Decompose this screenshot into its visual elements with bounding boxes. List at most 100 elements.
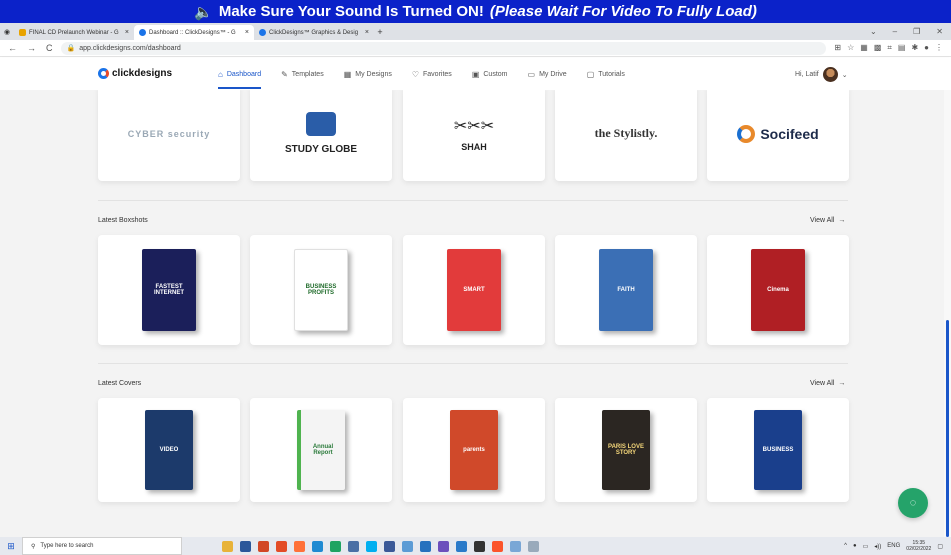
brand-logo[interactable]: clickdesigns bbox=[98, 68, 172, 79]
user-greeting: Hi, Latif bbox=[795, 71, 819, 78]
windows-start-icon[interactable]: ⊞ bbox=[0, 541, 22, 552]
clock[interactable]: 15:35 02/02/2022 bbox=[906, 540, 931, 552]
boxshot-image: FASTEST INTERNET bbox=[142, 249, 196, 331]
minimize-button[interactable]: – bbox=[893, 27, 897, 36]
extension-icon[interactable]: ▦ bbox=[860, 43, 868, 53]
skype-icon[interactable] bbox=[366, 540, 377, 552]
powerpoint-icon[interactable] bbox=[258, 540, 269, 552]
logo-text: STUDY GLOBE bbox=[284, 144, 358, 155]
file-explorer-icon[interactable] bbox=[222, 540, 233, 552]
profile-icon[interactable]: ● bbox=[924, 43, 929, 53]
back-icon[interactable]: ← bbox=[8, 43, 17, 53]
puzzle-icon[interactable]: ✱ bbox=[911, 43, 918, 53]
close-tab-icon[interactable]: × bbox=[125, 29, 129, 36]
browser-tab-dashboard[interactable]: Dashboard :: ClickDesigns™ - G × bbox=[134, 25, 254, 40]
nav-tutorials[interactable]: ▢ Tutorials bbox=[587, 58, 625, 90]
boxshot-card[interactable]: Cinema bbox=[707, 235, 849, 345]
browser-tab-graphics[interactable]: ClickDesigns™ Graphics & Desig × bbox=[254, 25, 374, 40]
logo-card[interactable]: STUDY GLOBE bbox=[250, 90, 392, 181]
reload-icon[interactable]: C bbox=[46, 43, 53, 53]
app-icon[interactable] bbox=[384, 540, 395, 552]
extension-icon[interactable]: ⌗ bbox=[887, 43, 892, 53]
boxshot-card[interactable]: FAITH bbox=[555, 235, 697, 345]
extension-icon[interactable]: ▩ bbox=[874, 43, 882, 53]
microphone-icon[interactable]: ● bbox=[853, 543, 857, 549]
boxshot-card[interactable]: FASTEST INTERNET bbox=[98, 235, 240, 345]
new-tab-button[interactable]: + bbox=[374, 27, 386, 37]
nav-my-designs[interactable]: ▦ My Designs bbox=[344, 58, 392, 90]
word-icon[interactable] bbox=[240, 540, 251, 552]
cover-card[interactable]: BUSINESS bbox=[707, 398, 849, 502]
chrome-icon[interactable] bbox=[276, 540, 287, 552]
custom-icon: ▣ bbox=[471, 69, 480, 79]
app-icon[interactable] bbox=[402, 540, 413, 552]
close-window-button[interactable]: ✕ bbox=[936, 27, 943, 36]
firefox-icon[interactable] bbox=[294, 540, 305, 552]
app-icon[interactable] bbox=[474, 540, 485, 552]
logo-text: Socifeed bbox=[760, 125, 819, 142]
boxshot-text: FASTEST INTERNET bbox=[154, 284, 184, 296]
logo-text: CYBER security bbox=[127, 128, 211, 139]
user-menu[interactable]: Hi, Latif ⌄ bbox=[795, 67, 848, 82]
nav-custom[interactable]: ▣ Custom bbox=[472, 58, 508, 90]
cover-image: PARIS LOVE STORY bbox=[602, 410, 650, 490]
chevron-up-icon[interactable]: ^ bbox=[844, 543, 847, 549]
close-tab-icon[interactable]: × bbox=[365, 29, 369, 36]
nav-favorites[interactable]: ♡ Favorites bbox=[412, 58, 452, 90]
scrollbar-thumb[interactable] bbox=[946, 320, 949, 537]
cover-card[interactable]: VIDEO bbox=[98, 398, 240, 502]
logo-card[interactable]: ✂✂✂ SHAH bbox=[403, 90, 545, 181]
network-icon[interactable]: ▭ bbox=[863, 543, 869, 550]
app-icon[interactable] bbox=[456, 540, 467, 552]
system-tray: ^ ● ▭ ◂)) ENG 15:35 02/02/2022 ▢ bbox=[844, 540, 951, 552]
chat-button[interactable]: ◌ bbox=[898, 488, 928, 518]
volume-icon[interactable]: ◂)) bbox=[874, 543, 881, 550]
tab-search-icon[interactable]: ◉ bbox=[0, 28, 14, 36]
maximize-button[interactable]: ❐ bbox=[913, 27, 920, 36]
dashboard-content: CYBER security STUDY GLOBE ✂✂✂ SHAH the … bbox=[0, 90, 944, 537]
menu-icon[interactable]: ⋮ bbox=[935, 43, 943, 53]
nav-templates[interactable]: ✎ Templates bbox=[281, 58, 324, 90]
view-all-boxshots-link[interactable]: View All → bbox=[810, 217, 845, 224]
boxshot-card[interactable]: SMART bbox=[403, 235, 545, 345]
cover-card[interactable]: PARIS LOVE STORY bbox=[555, 398, 697, 502]
browser-tab-webinar[interactable]: FINAL CD Prelaunch Webinar - G × bbox=[14, 25, 134, 40]
tab-title: ClickDesigns™ Graphics & Desig bbox=[269, 29, 359, 36]
favicon-icon bbox=[139, 29, 146, 36]
close-tab-icon[interactable]: × bbox=[245, 29, 249, 36]
globe-icon bbox=[305, 112, 336, 136]
app-icon[interactable] bbox=[438, 540, 449, 552]
tab-list-icon[interactable]: ⌄ bbox=[870, 27, 877, 36]
logo-card[interactable]: Socifeed bbox=[707, 90, 849, 181]
star-icon[interactable]: ☆ bbox=[847, 43, 854, 53]
app-icon[interactable] bbox=[528, 540, 539, 552]
sound-banner: 🔈 Make Sure Your Sound Is Turned ON! (Pl… bbox=[0, 0, 951, 23]
app-icon[interactable] bbox=[510, 540, 521, 552]
notification-icon[interactable]: ▢ bbox=[937, 543, 943, 550]
chat-bubble-icon: ◌ bbox=[909, 497, 917, 509]
boxshot-card[interactable]: BUSINESS PROFITS bbox=[250, 235, 392, 345]
forward-icon[interactable]: → bbox=[27, 43, 36, 53]
brave-icon[interactable] bbox=[492, 540, 503, 552]
favicon-icon bbox=[259, 29, 266, 36]
url-field[interactable]: 🔒 app.clickdesigns.com/dashboard bbox=[60, 41, 827, 55]
cover-card[interactable]: parents bbox=[403, 398, 545, 502]
nav-dashboard[interactable]: ⌂ Dashboard bbox=[218, 58, 262, 90]
section-divider bbox=[98, 200, 848, 201]
view-all-covers-link[interactable]: View All → bbox=[810, 380, 845, 387]
extension-icon[interactable]: ▤ bbox=[898, 43, 906, 53]
logo-card[interactable]: the Stylistly. bbox=[555, 90, 697, 181]
app-icon[interactable] bbox=[420, 540, 431, 552]
camtasia-icon[interactable] bbox=[330, 540, 341, 552]
cover-card[interactable]: Annual Report bbox=[250, 398, 392, 502]
install-icon[interactable]: ⊞ bbox=[834, 43, 841, 53]
tutorial-icon: ▢ bbox=[586, 69, 595, 79]
language-indicator[interactable]: ENG bbox=[887, 543, 900, 549]
avatar bbox=[822, 67, 838, 82]
grid-icon: ▦ bbox=[343, 69, 352, 79]
calculator-icon[interactable] bbox=[348, 540, 359, 552]
nav-my-drive[interactable]: ▭ My Drive bbox=[528, 58, 567, 90]
taskbar-search-input[interactable]: ⚲ Type here to search bbox=[22, 537, 182, 555]
logo-card[interactable]: CYBER security bbox=[98, 90, 240, 181]
edge-icon[interactable] bbox=[312, 540, 323, 552]
